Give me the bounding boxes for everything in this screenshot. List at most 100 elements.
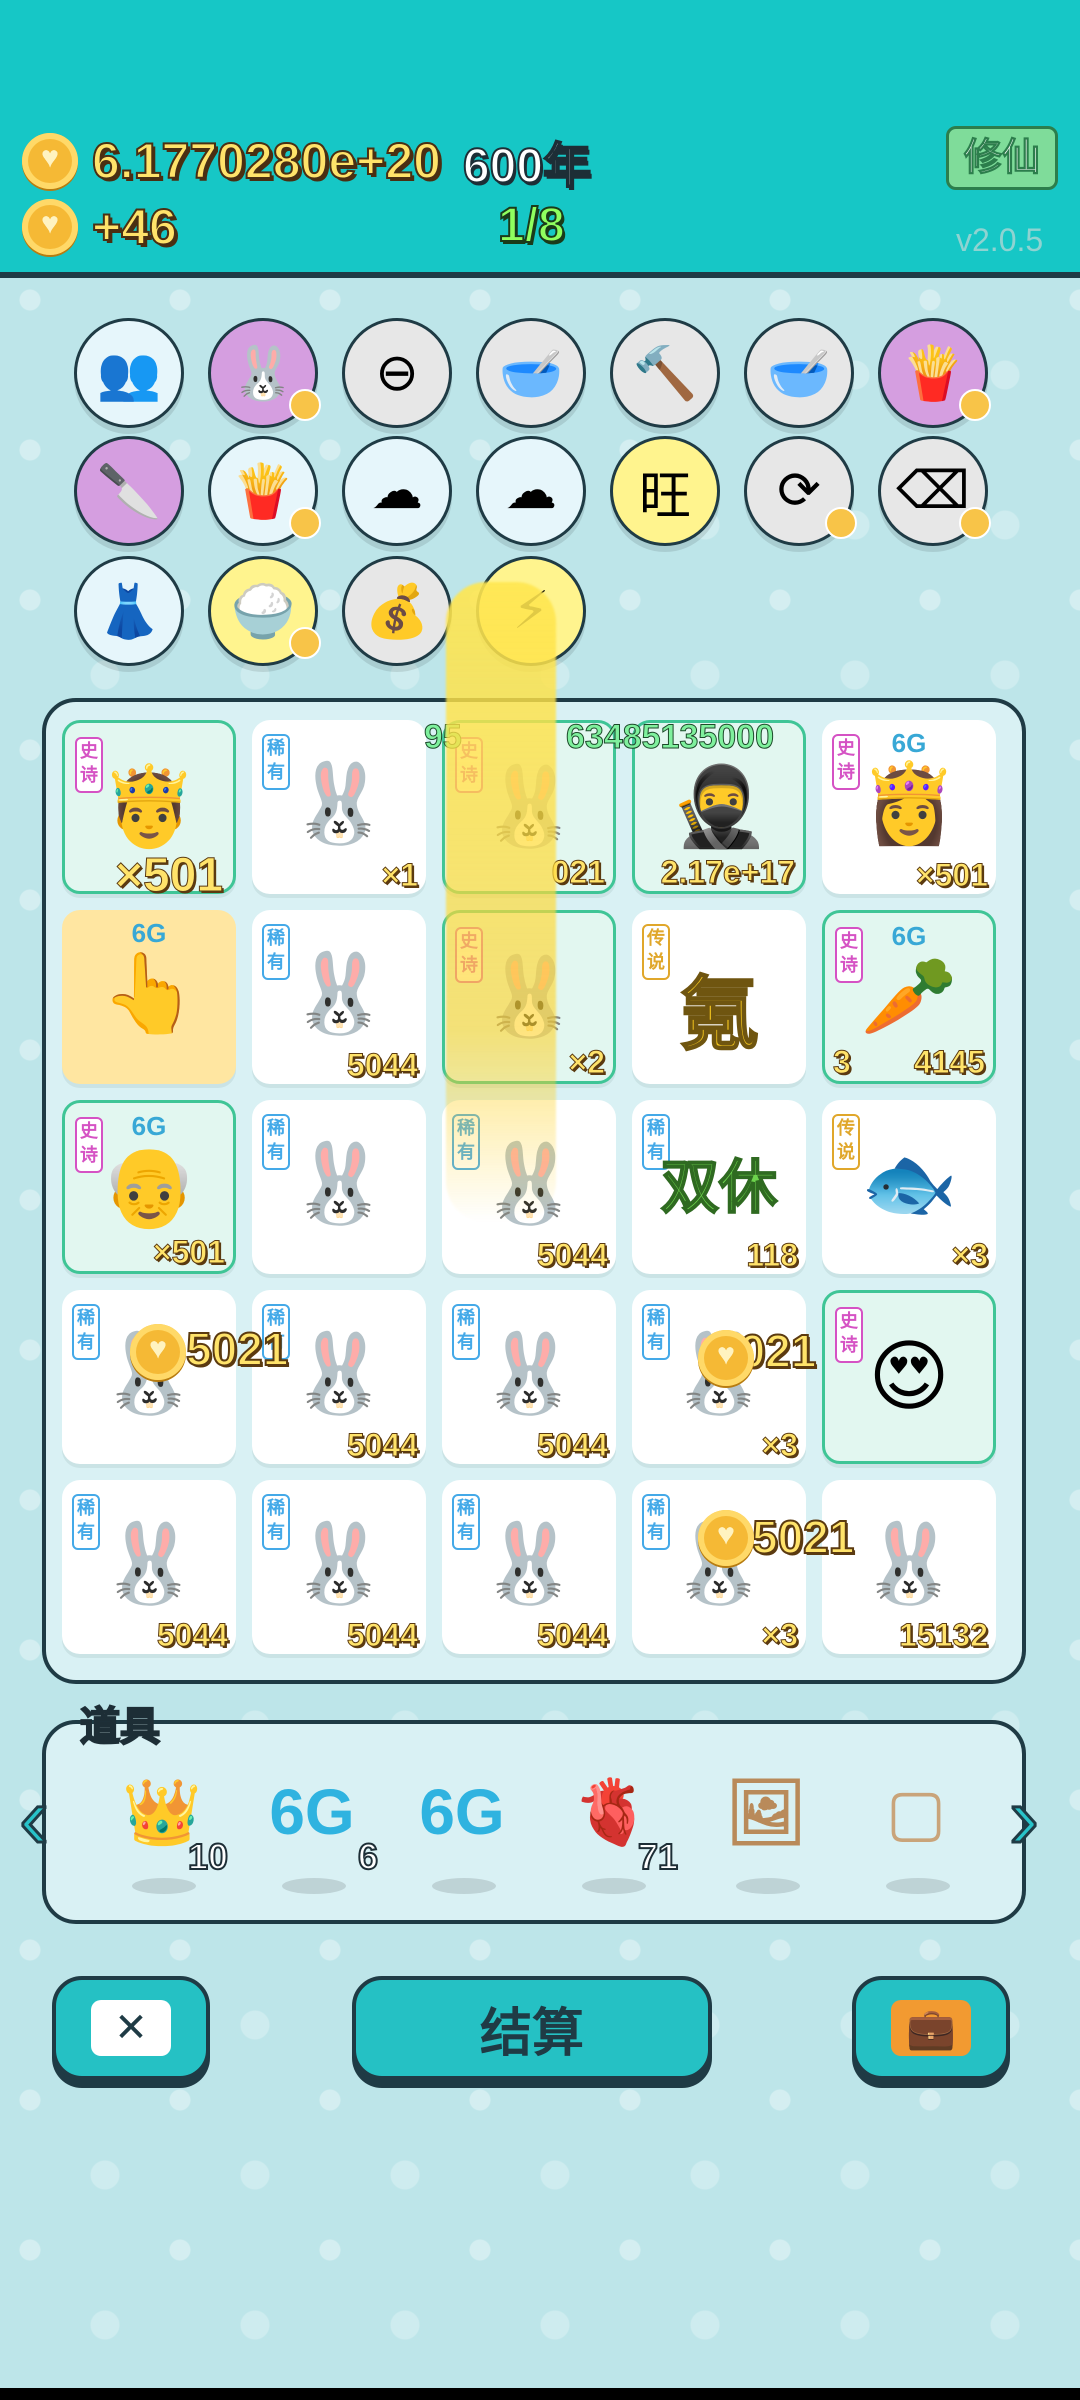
- rabbit-icon: 🐰: [230, 344, 296, 403]
- shelf-hammer-icon[interactable]: 🔨: [610, 318, 720, 428]
- hammer-icon: 🔨: [632, 344, 698, 403]
- 6g-tag: 6G: [891, 921, 927, 951]
- briefcase-icon: 💼: [891, 2000, 971, 2056]
- settle-button[interactable]: 结算: [352, 1976, 712, 2080]
- character-icon: 🐰: [480, 1519, 578, 1607]
- board-cell[interactable]: 稀有 双休 118: [632, 1100, 806, 1274]
- fries-icon: 🍟: [900, 344, 966, 403]
- board-cell[interactable]: 🐰 15132: [822, 1480, 996, 1654]
- board-cell[interactable]: 稀有🐰×3: [632, 1480, 806, 1654]
- coin-rate: +46: [91, 198, 178, 256]
- character-icon: 👸: [860, 759, 958, 847]
- character-icon: 🐰: [290, 1519, 388, 1607]
- character-icon: 🐰: [290, 949, 388, 1037]
- shelf-dog-bowl-icon[interactable]: 🥣: [476, 318, 586, 428]
- cell-count: 15132: [899, 1617, 989, 1654]
- character-icon: 🥕: [860, 952, 958, 1040]
- props-panel: 道具 👑 10 6G 6 6G 🫀 71 🖼 ▢: [42, 1704, 1026, 1924]
- shelf-rice-bowl-icon[interactable]: 🍚: [208, 556, 321, 666]
- board-cell[interactable]: 传说 🐟 ×3: [822, 1100, 996, 1274]
- shelf-bag-icon[interactable]: 💰: [342, 556, 452, 666]
- prop-shadow: [282, 1878, 346, 1894]
- prop-shadow: [132, 1878, 196, 1894]
- twins-icon: 👥: [96, 344, 162, 403]
- board-cell[interactable]: 传说氪: [632, 910, 806, 1084]
- blank-frame-icon: ▢: [885, 1776, 947, 1848]
- board-cell[interactable]: 史诗 🤴 ×501: [62, 720, 236, 903]
- character-icon: 👆: [100, 949, 198, 1037]
- prop-count: 6: [357, 1835, 379, 1878]
- merge-board: 史诗🤴×501稀有🐰×1史诗🐰021🥷2.17e+17史诗6G👸×5016G👆稀…: [42, 582, 1026, 1684]
- shelf-dog-bowl-icon[interactable]: 🥣: [744, 318, 854, 428]
- cell-count: 5044: [156, 1617, 228, 1654]
- character-icon: 👴: [100, 1142, 198, 1230]
- board-cell[interactable]: 稀有🐰5044: [62, 1480, 236, 1654]
- delete-icon: ✕: [91, 2000, 171, 2056]
- shelf-ban-icon[interactable]: ⊖: [342, 318, 452, 428]
- board-cell[interactable]: 稀有🐰: [252, 1100, 426, 1274]
- floating-score-right: 63485135000: [565, 718, 775, 757]
- shelf-delete-icon[interactable]: ⌫: [878, 436, 991, 546]
- shelf-wang-icon[interactable]: 旺: [610, 436, 720, 546]
- board-cell[interactable]: 稀有🐰5044: [442, 1480, 616, 1654]
- prop-shadow: [736, 1878, 800, 1894]
- portrait-icon: 🖼: [725, 1776, 807, 1848]
- shelf-fries-icon[interactable]: 🍟: [878, 318, 991, 428]
- cell-count: ×1: [381, 857, 418, 894]
- cell-count: 5044: [536, 1427, 608, 1464]
- cultivate-button[interactable]: 修仙: [946, 126, 1058, 190]
- board-cell[interactable]: 稀有 🐰 ×1: [252, 720, 426, 894]
- cell-count: 5044: [346, 1617, 418, 1654]
- fries-icon: 🍟: [230, 462, 296, 521]
- character-icon: 🐰: [290, 1139, 388, 1227]
- prop-slot[interactable]: ▢: [856, 1772, 976, 1894]
- delete-button[interactable]: ✕: [52, 1976, 210, 2080]
- heart-coin-icon: [698, 1510, 754, 1566]
- cell-count: 021: [551, 854, 605, 891]
- cell-count: ×501: [152, 1234, 225, 1271]
- prop-slot[interactable]: 🖼: [706, 1772, 826, 1894]
- shelf-skirt-icon[interactable]: 👗: [74, 556, 184, 666]
- 6g-tag: 6G: [131, 918, 167, 948]
- shelf-refresh-icon[interactable]: ⟳: [744, 436, 857, 546]
- cloud-icon: ☁: [505, 462, 557, 520]
- shelf-fries-icon[interactable]: 🍟: [208, 436, 321, 546]
- board-cell[interactable]: 6G 👆: [62, 910, 236, 1084]
- bag-button[interactable]: 💼: [852, 1976, 1010, 2080]
- heart-coin-icon: [22, 199, 78, 255]
- prop-count: 71: [637, 1835, 679, 1878]
- prop-slot[interactable]: 6G: [402, 1772, 522, 1894]
- character-icon: 😍: [868, 1332, 950, 1420]
- shelf-twins-icon[interactable]: 👥: [74, 318, 184, 428]
- coin-total: 6.1770280e+20: [91, 132, 442, 190]
- refresh-icon: ⟳: [777, 462, 821, 520]
- board-cell[interactable]: 稀有🐰5044: [252, 1480, 426, 1654]
- cell-count: 4145: [913, 1044, 985, 1081]
- board-cell[interactable]: 史诗 😍: [822, 1290, 996, 1464]
- board-cell[interactable]: 稀有🐰5044: [442, 1290, 616, 1464]
- prop-slot[interactable]: 🫀 71: [552, 1772, 679, 1894]
- character-icon: 🥷: [670, 762, 768, 850]
- prop-count: 10: [187, 1835, 229, 1878]
- shelf-cleaver-icon[interactable]: 🔪: [74, 436, 184, 546]
- board-cell[interactable]: 稀有🐰5044: [252, 910, 426, 1084]
- board-cell[interactable]: 史诗 6G 👴 ×501: [62, 1100, 236, 1274]
- cell-count: ×3: [951, 1237, 988, 1274]
- shelf-cloud-icon[interactable]: ☁: [476, 436, 586, 546]
- character-icon: 🤴: [100, 762, 198, 850]
- prop-slot[interactable]: 6G 6: [252, 1772, 379, 1894]
- ban-icon: ⊖: [375, 344, 419, 402]
- shelf-rabbit-icon[interactable]: 🐰: [208, 318, 321, 428]
- props-next-arrow[interactable]: ›: [1000, 1767, 1048, 1870]
- shelf-cloud-icon[interactable]: ☁: [342, 436, 452, 546]
- cell-count: ×501: [114, 849, 224, 903]
- board-cell[interactable]: 史诗 6G 👸 ×501: [822, 720, 996, 894]
- coin-popup: 5021: [185, 1322, 289, 1376]
- board-cell[interactable]: 史诗 6G 🥕 3 4145: [822, 910, 996, 1084]
- prop-slot[interactable]: 👑 10: [102, 1772, 229, 1894]
- prop-shadow: [432, 1878, 496, 1894]
- props-prev-arrow[interactable]: ‹: [10, 1767, 58, 1870]
- years-counter: 600年: [462, 139, 592, 194]
- settle-label: 结算: [479, 2004, 584, 2063]
- board-cell[interactable]: 稀有🐰5044: [252, 1290, 426, 1464]
